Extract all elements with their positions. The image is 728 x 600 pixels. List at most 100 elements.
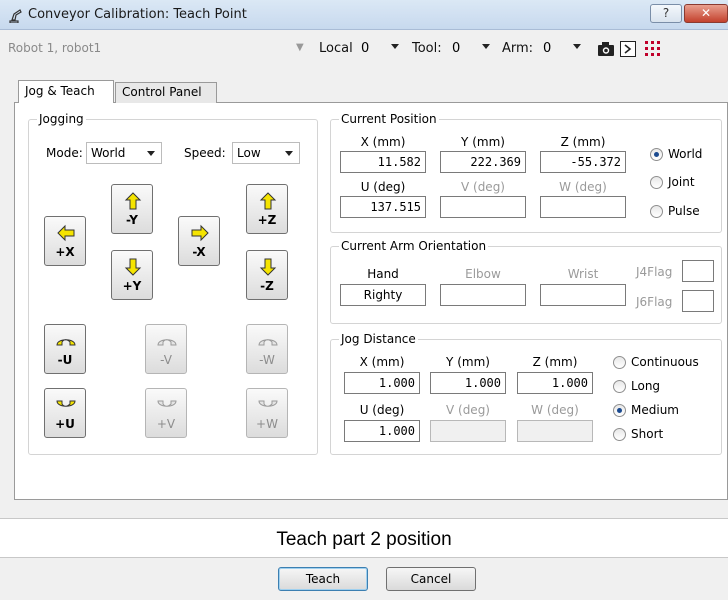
radio-indicator	[650, 176, 663, 189]
current-position-title: Current Position	[339, 112, 439, 126]
jog-button-label: -Z	[260, 279, 274, 293]
j6flag-field	[682, 290, 714, 312]
mode-select-value: World	[91, 146, 126, 160]
w-column-header: W (deg)	[559, 180, 607, 194]
x-column-header: X (mm)	[360, 135, 406, 149]
local-label: Local	[319, 41, 353, 56]
arrow-down-icon	[259, 258, 277, 276]
io-monitor-icon[interactable]	[644, 40, 662, 58]
robot-select-value: Robot 1, robot1	[8, 41, 102, 55]
tool-select[interactable]: 0	[448, 38, 492, 60]
mode-select[interactable]: World	[86, 142, 162, 164]
current-x-field: 11.582	[340, 151, 426, 173]
jog-plus-w-button[interactable]: +W	[246, 388, 288, 438]
chevron-down-icon	[573, 44, 581, 49]
radio-indicator	[613, 380, 626, 393]
local-select-value: 0	[361, 41, 370, 56]
jog-plus-v-button[interactable]: +V	[145, 388, 187, 438]
wrist-field	[540, 284, 626, 306]
tab-jog-teach[interactable]: Jog & Teach	[18, 80, 114, 103]
rotate-ccw-icon	[258, 339, 278, 346]
prompt-text: Teach part 2 position	[276, 529, 452, 550]
arrow-up-icon	[124, 192, 142, 210]
radio-label: Long	[631, 379, 661, 393]
prompt-box: Teach part 2 position	[0, 518, 728, 558]
chevron-down-icon	[482, 44, 490, 49]
arm-select[interactable]: 0	[539, 38, 583, 60]
jog-distance-u-input[interactable]: 1.000	[344, 420, 420, 442]
radio-indicator	[613, 428, 626, 441]
jog-distance-z-input[interactable]: 1.000	[517, 372, 593, 394]
chevron-down-icon	[147, 151, 155, 156]
arrow-right-icon	[191, 224, 209, 242]
jog-distance-title: Jog Distance	[339, 332, 418, 346]
radio-label: World	[668, 147, 703, 161]
teach-button[interactable]: Teach	[278, 567, 368, 591]
jog-minus-x-button[interactable]: -X	[178, 216, 220, 266]
hand-field: Righty	[340, 284, 426, 306]
tab-control-panel[interactable]: Control Panel	[115, 82, 217, 103]
current-z-field: -55.372	[540, 151, 626, 173]
cancel-button[interactable]: Cancel	[386, 567, 476, 591]
jog-button-label: +V	[156, 417, 176, 431]
jog-button-label: +W	[256, 417, 278, 431]
j4flag-label: J4Flag	[636, 265, 673, 279]
radio-selected-indicator	[650, 148, 663, 161]
arm-orientation-title: Current Arm Orientation	[339, 239, 489, 253]
y-column-header: Y (mm)	[446, 355, 490, 369]
speed-select[interactable]: Low	[232, 142, 300, 164]
current-u-field: 137.515	[340, 196, 426, 218]
command-window-icon[interactable]	[620, 41, 636, 57]
rotate-cw-icon	[157, 400, 177, 407]
jog-button-label: -V	[160, 353, 172, 367]
jog-plus-u-button[interactable]: +U	[44, 388, 86, 438]
jog-distance-w-input	[517, 420, 593, 442]
jog-minus-v-button[interactable]: -V	[145, 324, 187, 374]
u-column-header: U (deg)	[360, 180, 406, 194]
jog-minus-u-button[interactable]: -U	[44, 324, 86, 374]
jog-minus-y-button[interactable]: -Y	[111, 184, 153, 234]
jog-plus-z-button[interactable]: +Z	[246, 184, 288, 234]
current-v-field	[440, 196, 526, 218]
u-column-header: U (deg)	[359, 403, 405, 417]
wrist-column-header: Wrist	[567, 267, 599, 281]
chevron-down-icon: ▼	[296, 42, 304, 53]
camera-icon[interactable]	[597, 41, 615, 57]
rotate-ccw-icon	[56, 339, 76, 346]
jog-button-label: +Z	[257, 213, 277, 227]
y-column-header: Y (mm)	[461, 135, 505, 149]
chevron-down-icon	[285, 151, 293, 156]
radio-label: Joint	[668, 175, 695, 189]
local-select[interactable]: 0	[357, 38, 401, 60]
jog-minus-w-button[interactable]: -W	[246, 324, 288, 374]
radio-indicator	[613, 356, 626, 369]
arm-select-value: 0	[543, 41, 552, 56]
help-button[interactable]: ?	[650, 4, 682, 23]
jog-button-label: +X	[55, 245, 75, 259]
rotate-cw-icon	[56, 400, 76, 407]
jog-plus-x-button[interactable]: +X	[44, 216, 86, 266]
arrow-up-icon	[259, 192, 277, 210]
window-title: Conveyor Calibration: Teach Point	[28, 7, 247, 22]
jog-minus-z-button[interactable]: -Z	[246, 250, 288, 300]
close-button[interactable]: ✕	[684, 4, 728, 23]
arm-label: Arm:	[502, 41, 534, 56]
speed-label: Speed:	[184, 146, 226, 160]
jog-button-label: -W	[259, 353, 275, 367]
rotate-ccw-icon	[157, 339, 177, 346]
j6flag-label: J6Flag	[636, 295, 673, 309]
radio-indicator	[650, 205, 663, 218]
jog-distance-y-input[interactable]: 1.000	[430, 372, 506, 394]
jog-button-label: -Y	[126, 213, 138, 227]
jog-plus-y-button[interactable]: +Y	[111, 250, 153, 300]
chevron-down-icon	[391, 44, 399, 49]
jog-distance-x-input[interactable]: 1.000	[344, 372, 420, 394]
robot-select[interactable]: Robot 1, robot1 ▼	[8, 38, 316, 60]
radio-label: Medium	[631, 403, 679, 417]
jog-button-label: -X	[192, 245, 206, 259]
radio-selected-indicator	[613, 404, 626, 417]
current-y-field: 222.369	[440, 151, 526, 173]
arrow-left-icon	[57, 224, 75, 242]
tool-label: Tool:	[412, 41, 442, 56]
current-w-field	[540, 196, 626, 218]
